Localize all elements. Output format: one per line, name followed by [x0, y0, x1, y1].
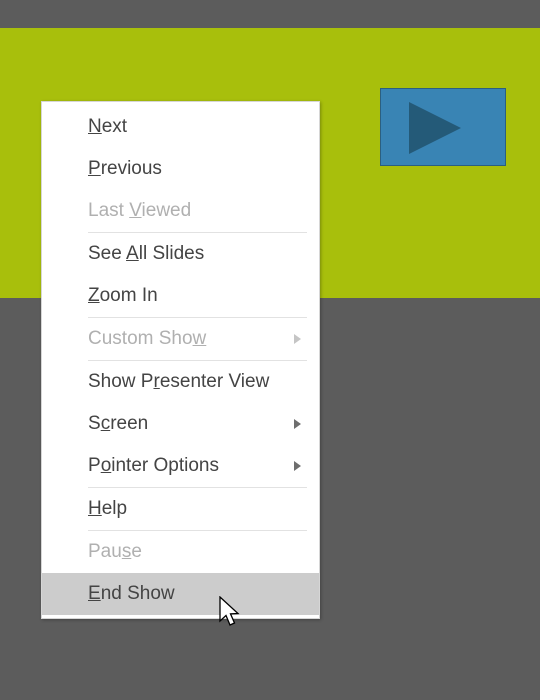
menu-item-custom-show: Custom Show — [42, 318, 319, 360]
play-icon — [409, 102, 461, 154]
menu-item-mnemonic: P — [88, 158, 101, 179]
menu-item-label-prefix: Show P — [88, 371, 154, 392]
menu-item-zoom-in[interactable]: Zoom In — [42, 275, 319, 317]
menu-item-label-prefix: P — [88, 455, 101, 476]
menu-item-label-prefix: Pau — [88, 541, 122, 562]
menu-item-label-suffix: elp — [101, 498, 128, 519]
menu-item-see-all-slides[interactable]: See All Slides — [42, 233, 319, 275]
menu-item-label-suffix: e — [131, 541, 142, 562]
menu-item-show-presenter-view[interactable]: Show Presenter View — [42, 361, 319, 403]
menu-item-pause: Pause — [42, 531, 319, 573]
menu-item-mnemonic: A — [126, 243, 139, 264]
menu-item-label-suffix: inter Options — [111, 455, 219, 476]
menu-item-label-suffix: ext — [101, 116, 128, 137]
menu-item-mnemonic: V — [129, 200, 142, 221]
menu-item-last-viewed: Last Viewed — [42, 190, 319, 232]
menu-item-label-suffix: ll Slides — [138, 243, 205, 264]
menu-item-label-suffix: iewed — [141, 200, 192, 221]
menu-item-mnemonic: w — [192, 328, 207, 349]
menu-item-pointer-options[interactable]: Pointer Options — [42, 445, 319, 487]
menu-item-next[interactable]: Next — [42, 106, 319, 148]
slideshow-context-menu[interactable]: Next Previous Last Viewed See All Slides Zoo… — [41, 101, 320, 619]
video-placeholder-object[interactable] — [380, 88, 506, 166]
menu-item-previous[interactable]: Previous — [42, 148, 319, 190]
slideshow-screen: Next Previous Last Viewed See All Slides Zoo… — [0, 0, 540, 700]
menu-item-screen[interactable]: Screen — [42, 403, 319, 445]
menu-item-label-prefix: See — [88, 243, 127, 264]
menu-item-end-show[interactable]: End Show — [42, 573, 319, 615]
menu-item-mnemonic: N — [88, 116, 102, 137]
menu-item-label-suffix: nd Show — [100, 583, 175, 604]
menu-item-label-prefix: S — [88, 413, 101, 434]
menu-item-mnemonic: o — [100, 455, 112, 476]
menu-item-help[interactable]: Help — [42, 488, 319, 530]
menu-item-label-suffix: oom In — [99, 285, 158, 306]
menu-item-label-suffix: esenter View — [159, 371, 270, 392]
submenu-chevron-right-icon — [294, 419, 301, 429]
top-letterbox-bar — [0, 0, 540, 28]
menu-item-mnemonic: s — [121, 541, 132, 562]
menu-item-mnemonic: Z — [88, 285, 100, 306]
menu-item-mnemonic: H — [88, 498, 102, 519]
menu-item-label-suffix: reen — [110, 413, 149, 434]
submenu-chevron-right-icon — [294, 461, 301, 471]
menu-item-label-prefix: Custom Sho — [88, 328, 193, 349]
menu-item-mnemonic: c — [100, 413, 111, 434]
submenu-chevron-right-icon — [294, 334, 301, 344]
menu-item-label-prefix: Last — [88, 200, 130, 221]
menu-item-mnemonic: E — [88, 583, 101, 604]
menu-item-label-suffix: revious — [100, 158, 162, 179]
